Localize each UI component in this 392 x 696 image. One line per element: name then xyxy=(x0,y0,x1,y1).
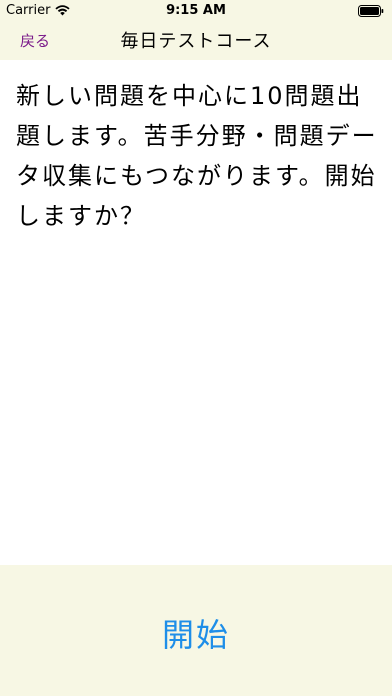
status-right xyxy=(358,5,384,17)
intro-message: 新しい問題を中心に10問題出題します。苦手分野・問題データ収集にもつながります。… xyxy=(16,82,378,230)
status-time: 9:15 AM xyxy=(166,3,226,18)
content-area: 新しい問題を中心に10問題出題します。苦手分野・問題データ収集にもつながります。… xyxy=(0,60,392,565)
battery-icon xyxy=(358,5,384,17)
start-button[interactable]: 開始 xyxy=(0,610,392,656)
page-title: 毎日テストコース xyxy=(120,31,272,52)
bottom-area: 開始 xyxy=(0,565,392,696)
status-bar: Carrier 9:15 AM xyxy=(0,0,392,22)
nav-bar: 戻る 毎日テストコース xyxy=(0,22,392,60)
